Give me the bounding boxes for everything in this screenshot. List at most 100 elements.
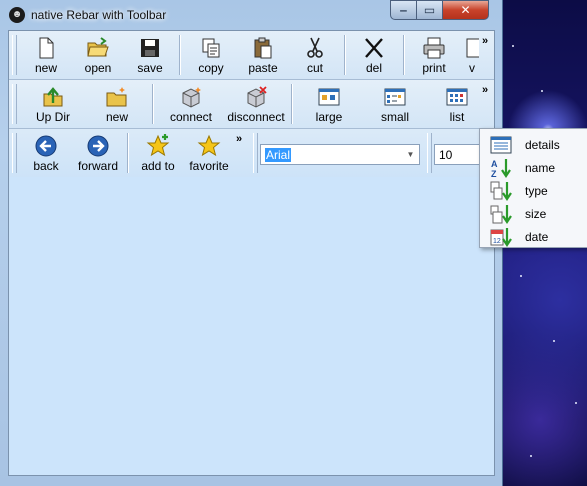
band-gripper[interactable]: [12, 133, 17, 173]
view-icon: [466, 38, 479, 58]
font-combo-value: Arial: [265, 148, 292, 162]
del-button[interactable]: del: [351, 31, 397, 78]
close-button[interactable]: ✕: [443, 0, 489, 20]
up-dir-icon: [43, 87, 63, 107]
chevron-popup-menu: details AZ name type size 12 date: [479, 128, 587, 248]
connect-button[interactable]: connect: [163, 80, 219, 127]
app-icon[interactable]: ☻: [9, 7, 25, 23]
star: [553, 340, 555, 342]
menu-item-label: details: [525, 138, 560, 152]
del-label: del: [365, 61, 382, 75]
rebar-band-standard: new open save copy paste cut del print v…: [9, 31, 494, 80]
close-icon: ✕: [460, 3, 471, 17]
band2-chevron-button[interactable]: »: [482, 84, 488, 96]
separator: [403, 35, 405, 75]
favorite-button[interactable]: favorite: [185, 129, 233, 176]
new-folder-icon: [106, 87, 127, 107]
band-gripper[interactable]: [12, 84, 17, 124]
paste-icon: [254, 37, 272, 59]
new-folder-button[interactable]: new: [91, 80, 143, 127]
separator: [127, 133, 129, 173]
window-title: native Rebar with Toolbar: [31, 8, 167, 22]
disconnect-label: disconnect: [227, 110, 285, 124]
large-icons-view-icon: [318, 88, 340, 106]
print-button[interactable]: print: [411, 31, 457, 78]
small-button[interactable]: small: [367, 80, 423, 127]
client-area: new open save copy paste cut del print v…: [8, 30, 495, 476]
scissors-icon: [307, 37, 323, 58]
band-gripper[interactable]: [427, 133, 432, 173]
band-gripper[interactable]: [12, 35, 17, 75]
small-icons-view-icon: [384, 88, 406, 106]
forward-button[interactable]: forward: [73, 129, 123, 176]
menu-item-type[interactable]: type: [480, 179, 587, 202]
copy-icon: [202, 38, 220, 58]
copy-button[interactable]: copy: [188, 31, 234, 78]
band3-chevron-button[interactable]: »: [236, 133, 242, 145]
separator: [344, 35, 346, 75]
new-folder-label: new: [105, 110, 128, 124]
content-area[interactable]: [9, 177, 494, 475]
open-label: open: [84, 61, 112, 75]
sort-by-name-icon: AZ: [491, 159, 511, 178]
caption-buttons: ‒ ▭ ✕: [390, 0, 489, 21]
menu-item-name[interactable]: AZ name: [480, 156, 587, 179]
list-label: list: [449, 110, 465, 124]
forward-label: forward: [77, 159, 118, 173]
new-file-icon: [39, 37, 54, 59]
svg-text:A: A: [491, 159, 498, 169]
maximize-button[interactable]: ▭: [417, 0, 443, 20]
menu-item-label: name: [525, 161, 556, 175]
favorite-star-icon: [197, 134, 221, 157]
svg-text:Z: Z: [491, 169, 497, 178]
view-button[interactable]: v: [465, 31, 479, 78]
small-label: small: [380, 110, 409, 124]
minimize-button[interactable]: ‒: [390, 0, 417, 20]
star: [512, 45, 514, 47]
add-to-label: add to: [141, 159, 175, 173]
disconnect-button[interactable]: disconnect: [225, 80, 287, 127]
list-view-icon: [446, 88, 468, 106]
add-to-button[interactable]: add to: [135, 129, 181, 176]
favorite-label: favorite: [189, 159, 229, 173]
svg-text:12: 12: [493, 238, 501, 245]
menu-item-details[interactable]: details: [480, 133, 587, 156]
save-button[interactable]: save: [127, 31, 173, 78]
sort-by-size-icon: [490, 205, 512, 224]
menu-item-label: type: [525, 184, 548, 198]
new-button[interactable]: new: [23, 31, 69, 78]
star: [520, 275, 522, 277]
title-bar[interactable]: ☻ native Rebar with Toolbar ‒ ▭ ✕: [0, 0, 503, 30]
disconnect-icon: [247, 86, 267, 108]
up-dir-button[interactable]: Up Dir: [25, 80, 81, 127]
menu-item-size[interactable]: size: [480, 202, 587, 225]
printer-icon: [423, 37, 445, 59]
save-label: save: [137, 61, 163, 75]
connect-icon: [182, 87, 201, 108]
open-button[interactable]: open: [75, 31, 121, 78]
sort-by-date-icon: 12: [490, 228, 512, 247]
chevron-down-icon[interactable]: ▼: [402, 145, 419, 164]
band1-chevron-button[interactable]: »: [482, 35, 488, 47]
large-button[interactable]: large: [301, 80, 357, 127]
paste-button[interactable]: paste: [240, 31, 286, 78]
separator: [152, 84, 154, 124]
menu-item-label: size: [525, 207, 547, 221]
band-gripper[interactable]: [253, 133, 258, 173]
open-folder-icon: [87, 37, 109, 57]
star: [575, 402, 577, 404]
menu-item-label: date: [525, 230, 549, 244]
connect-label: connect: [169, 110, 213, 124]
back-label: back: [33, 159, 59, 173]
main-window: ☻ native Rebar with Toolbar ‒ ▭ ✕ new op…: [0, 0, 503, 486]
details-view-icon: [490, 136, 512, 154]
star: [530, 455, 532, 457]
forward-arrow-icon: [87, 135, 109, 157]
up-dir-label: Up Dir: [35, 110, 70, 124]
back-button[interactable]: back: [23, 129, 69, 176]
cut-button[interactable]: cut: [292, 31, 338, 78]
font-combo[interactable]: Arial ▼: [260, 144, 420, 165]
list-button[interactable]: list: [429, 80, 485, 127]
separator: [179, 35, 181, 75]
menu-item-date[interactable]: 12 date: [480, 225, 587, 248]
